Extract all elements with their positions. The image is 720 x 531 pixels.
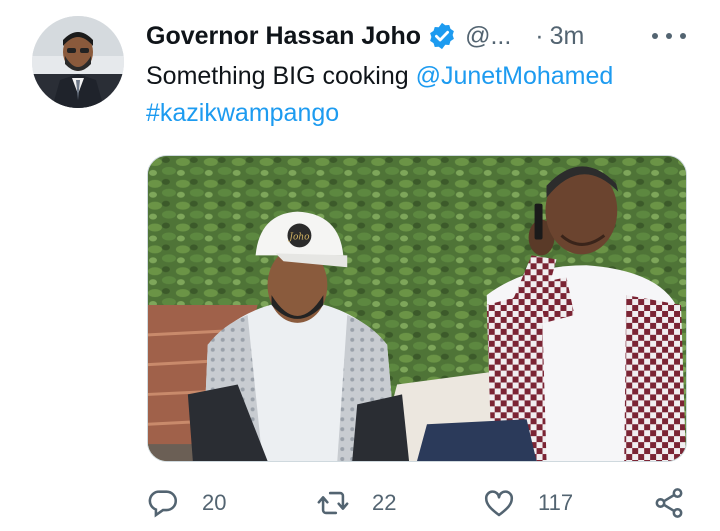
tweet-text: Something BIG cooking @JunetMohamed #kazi… — [146, 58, 696, 132]
tweet-text-main: Something BIG cooking — [146, 62, 416, 90]
tweet-timestamp[interactable]: 3m — [550, 22, 585, 51]
verified-badge-icon — [427, 21, 457, 51]
retweet-count: 22 — [372, 490, 397, 515]
reply-button[interactable]: 20 — [146, 485, 226, 521]
more-icon[interactable] — [652, 22, 686, 50]
like-icon — [484, 490, 514, 517]
like-count: 117 — [538, 490, 574, 515]
like-button[interactable]: 117 — [482, 485, 573, 521]
separator-dot: · — [535, 21, 544, 50]
author-handle[interactable]: @... — [465, 22, 511, 51]
cap-logo-text: Joho — [287, 232, 309, 242]
retweet-button[interactable]: 22 — [316, 485, 396, 521]
retweet-icon — [317, 491, 349, 515]
share-icon — [655, 488, 683, 518]
share-button[interactable] — [652, 485, 686, 521]
action-bar: 20 22 117 — [146, 485, 706, 521]
mention-link[interactable]: @JunetMohamed — [416, 62, 614, 90]
tweet-header: Governor Hassan Joho @... · 3m — [146, 16, 696, 56]
reply-count: 20 — [202, 490, 227, 515]
avatar-image — [32, 16, 124, 108]
avatar[interactable] — [32, 16, 124, 108]
hashtag-link[interactable]: #kazikwampango — [146, 99, 339, 127]
author-name[interactable]: Governor Hassan Joho — [146, 22, 421, 51]
reply-icon — [148, 490, 178, 518]
tweet-photo[interactable]: Joho — [147, 155, 687, 462]
